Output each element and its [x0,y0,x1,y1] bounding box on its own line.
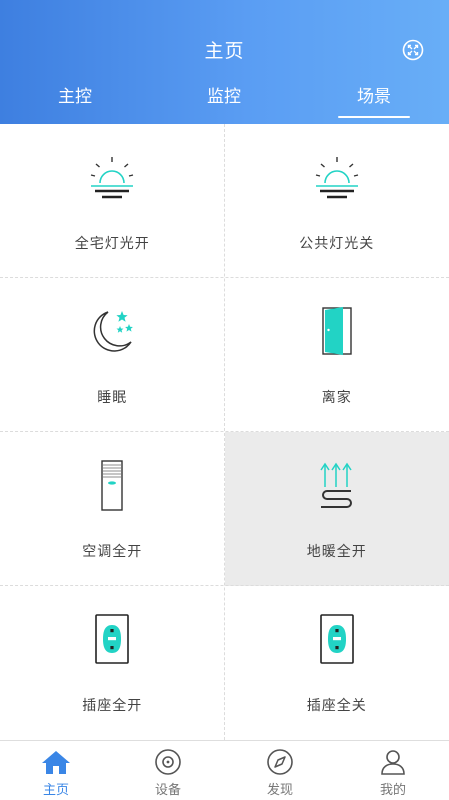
nav-devices[interactable]: 设备 [112,741,224,800]
door-icon [307,302,367,362]
tab-monitor[interactable]: 监控 [174,84,274,118]
scene-away[interactable]: 离家 [225,278,449,432]
scene-sockets-all-on[interactable]: 插座全开 [0,586,225,740]
nav-label: 发现 [266,783,293,798]
grid-divider [0,431,449,432]
nav-home[interactable]: 主页 [0,741,112,800]
grid-divider [0,277,449,278]
device-icon [153,747,183,777]
scene-floor-heating-on[interactable]: 地暖全开 [224,432,449,586]
scene-label: 全宅灯光开 [74,236,150,252]
home-icon [41,747,71,777]
air-conditioner-icon [82,456,142,516]
nav-mine[interactable]: 我的 [337,741,449,800]
moon-stars-icon [82,302,142,362]
scene-public-lights-off[interactable]: 公共灯光关 [225,124,449,278]
scene-grid: 全宅灯光开 公共灯光关 睡眠 离家 空调全开 地暖全开 插座全开 插座全关 [0,124,449,740]
compass-icon [265,747,295,777]
tab-scenes[interactable]: 场景 [324,84,424,118]
scene-ac-all-on[interactable]: 空调全开 [0,432,225,586]
grid-divider [0,585,449,586]
scene-label: 插座全关 [306,698,367,714]
grid-divider [224,124,225,740]
fullscreen-icon[interactable] [402,39,424,61]
socket-icon [307,610,367,670]
sunrise-light-on-icon [82,148,142,208]
scene-all-lights-on[interactable]: 全宅灯光开 [0,124,225,278]
scene-label: 空调全开 [82,544,143,560]
page-title: 主页 [204,40,245,62]
tab-bar: 主控 监控 场景 [0,84,449,124]
nav-label: 设备 [154,783,181,798]
socket-icon [82,610,142,670]
floor-heating-icon [307,456,367,516]
bottom-nav: 主页 设备 发现 我的 [0,740,449,800]
scene-label: 地暖全开 [306,544,367,560]
scene-sleep[interactable]: 睡眠 [0,278,225,432]
nav-discover[interactable]: 发现 [224,741,336,800]
nav-label: 主页 [42,783,69,798]
user-icon [378,747,408,777]
tab-main-control[interactable]: 主控 [25,84,125,118]
scene-label: 公共灯光关 [299,236,375,252]
scene-sockets-all-off[interactable]: 插座全关 [225,586,449,740]
app-header: 主页 主控 监控 场景 [0,0,449,124]
scene-label: 睡眠 [97,390,128,406]
nav-label: 我的 [379,783,406,798]
scene-label: 离家 [321,390,352,406]
sunrise-light-off-icon [307,148,367,208]
scene-label: 插座全开 [82,698,143,714]
